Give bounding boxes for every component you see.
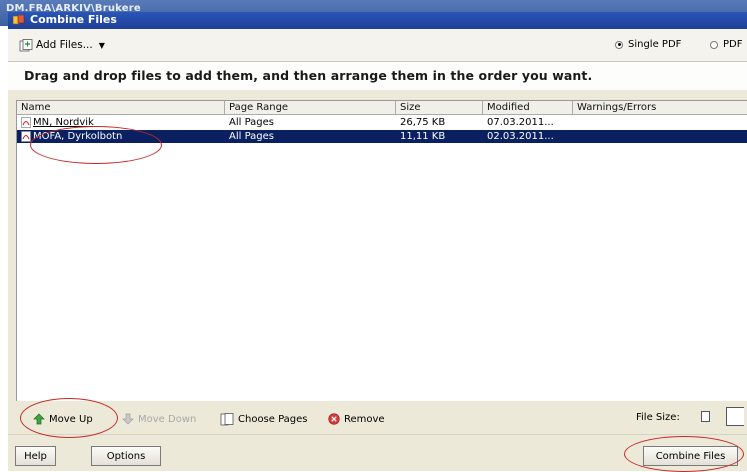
page-range-cell: All Pages [229,117,274,128]
choose-pages-button[interactable]: Choose Pages [220,411,308,427]
pdf-file-icon [21,117,31,128]
add-files-label: Add Files... [36,39,93,51]
file-name: MOFA, Dyrkolbotn [33,131,123,142]
arrow-up-icon [33,413,45,425]
pages-icon [220,412,234,425]
page-range-cell: All Pages [229,131,274,142]
column-size[interactable]: Size [396,101,483,114]
help-button[interactable]: Help [15,446,56,466]
column-name[interactable]: Name [17,101,225,114]
instruction-text: Drag and drop files to add them, and the… [24,68,593,83]
warnings-cell [573,116,747,129]
remove-button[interactable]: Remove [328,411,385,427]
chevron-down-icon: ▼ [98,40,105,50]
file-name-cell: MOFA, Dyrkolbotn [17,130,225,143]
column-modified[interactable]: Modified [483,101,573,114]
arrow-down-icon [122,413,134,425]
options-button[interactable]: Options [91,446,161,466]
move-up-label: Move Up [49,413,93,425]
modified-cell: 02.03.2011... [487,131,554,142]
file-name: MN, Nordvik [33,117,94,128]
default-file-size-icon[interactable] [726,407,744,426]
modified-cell: 07.03.2011... [487,117,554,128]
instruction-banner: Drag and drop files to add them, and the… [8,62,747,90]
file-size-label: File Size: [636,412,680,423]
column-warnings[interactable]: Warnings/Errors [573,101,747,114]
add-files-icon [19,38,33,51]
size-cell: 11,11 KB [400,131,446,142]
combine-files-button[interactable]: Combine Files [643,446,738,466]
move-down-label: Move Down [138,413,197,425]
column-page-range[interactable]: Page Range [225,101,396,114]
move-up-button[interactable]: Move Up [33,411,93,427]
combine-files-dialog: Combine Files Add Files... ▼ Single PDF … [8,12,747,471]
dialog-footer: Help Options Combine Files [8,434,747,471]
file-list[interactable]: Name Page Range Size Modified Warnings/E… [16,100,747,401]
warnings-cell [573,130,747,143]
move-down-button[interactable]: Move Down [122,411,196,427]
radio-unselected-icon [710,40,718,49]
pdf-file-icon [21,131,31,142]
small-file-size-icon[interactable] [701,411,710,422]
window-title: Combine Files [30,13,117,26]
table-row-selected[interactable]: MOFA, Dyrkolbotn All Pages 11,11 KB 02.0… [17,130,747,143]
remove-icon [328,413,340,425]
size-cell: 26,75 KB [400,117,446,128]
list-actions-bar: Move Up Move Down Choose Pages Remove Fi… [8,404,747,434]
radio-selected-icon [615,40,623,49]
file-list-header: Name Page Range Size Modified Warnings/E… [17,101,747,115]
pdf-portfolio-option[interactable]: PDF [710,39,742,50]
add-files-button[interactable]: Add Files... ▼ [19,36,105,54]
table-row[interactable]: MN, Nordvik All Pages 26,75 KB 07.03.201… [17,116,747,129]
pdf-option-label: PDF [723,39,743,50]
toolbar: Add Files... ▼ Single PDF PDF [8,29,747,62]
choose-pages-label: Choose Pages [238,413,308,425]
combine-files-icon [13,15,25,25]
single-pdf-label: Single PDF [628,39,682,50]
single-pdf-option[interactable]: Single PDF [615,39,681,50]
file-name-cell: MN, Nordvik [17,116,225,129]
remove-label: Remove [344,413,385,425]
title-bar: Combine Files [8,12,747,29]
